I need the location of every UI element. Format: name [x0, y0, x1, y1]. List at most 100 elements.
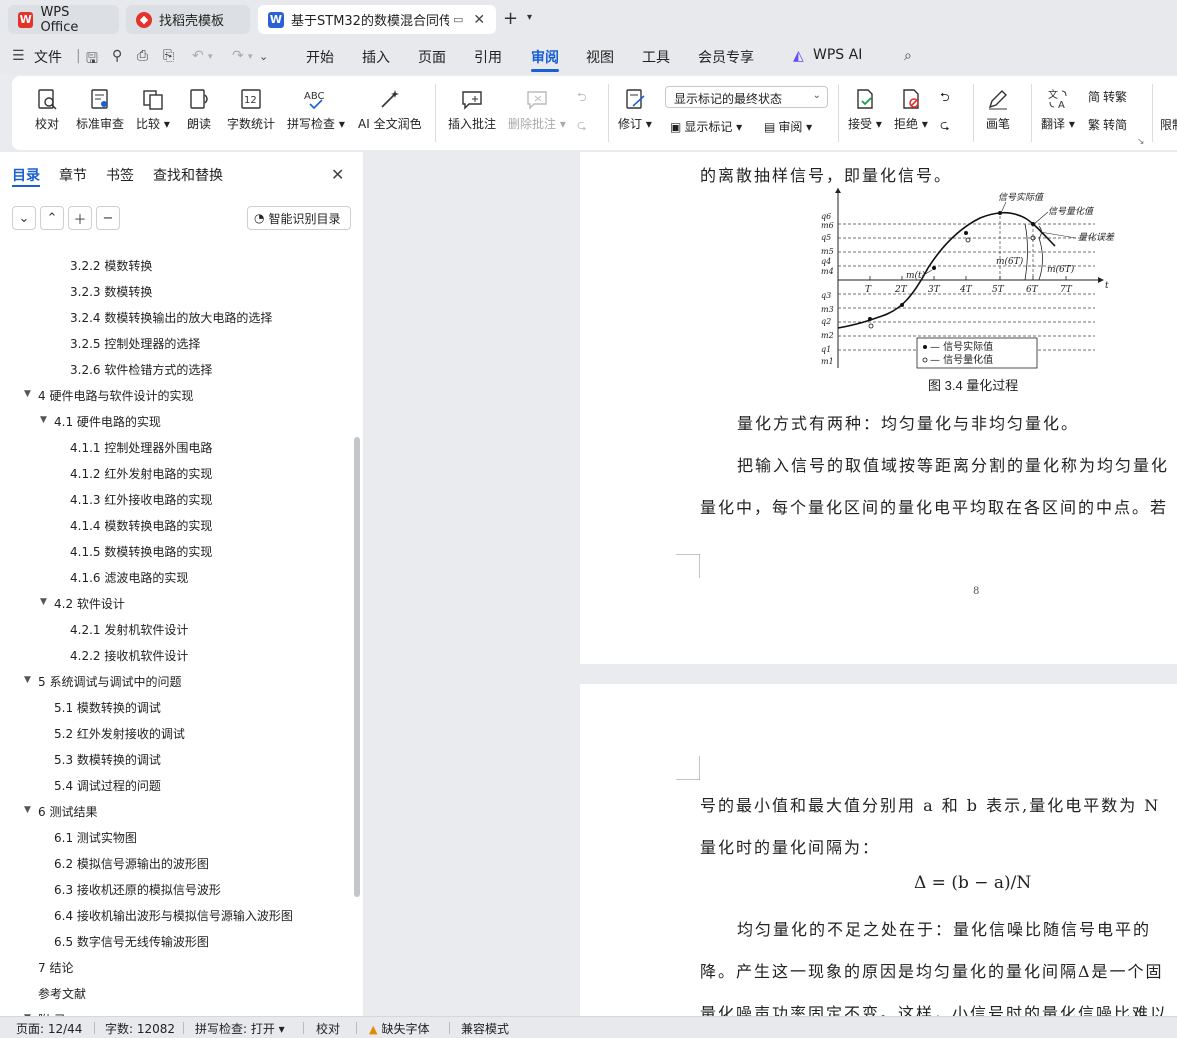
spell-check-status[interactable]: 拼写检查: 打开 ▾ [195, 1020, 285, 1037]
toc-item[interactable]: 参考文献 [38, 985, 86, 1002]
next-change-icon[interactable]: ⮎ [940, 116, 950, 137]
toc-item[interactable]: 3.2.2 模数转换 [70, 257, 152, 274]
toc-item[interactable]: 4.2.1 发射机软件设计 [70, 621, 188, 638]
delete-comment-button[interactable]: 删除批注 ▾ [508, 76, 566, 150]
insert-comment-button[interactable]: 插入批注 [448, 76, 496, 150]
toc-item[interactable]: 5.2 红外发射接收的调试 [54, 725, 185, 742]
menu-insert[interactable]: 插入 [362, 47, 390, 67]
tab-document[interactable]: W 基于STM32的数模混合同传系统设计 ▭ ✕ [258, 5, 496, 34]
toc-item[interactable]: 5.3 数模转换的调试 [54, 751, 161, 768]
accept-button[interactable]: 接受 ▾ [848, 76, 882, 150]
tab-chapter[interactable]: 章节 [59, 165, 87, 185]
tab-bookmark[interactable]: 书签 [106, 165, 134, 185]
tab-list-chevron-icon[interactable]: ▾ [527, 12, 532, 23]
proof-status[interactable]: 校对 [316, 1020, 340, 1037]
toc-item[interactable]: 5.1 模数转换的调试 [54, 699, 161, 716]
undo-dropdown-icon[interactable]: ▾ [208, 52, 213, 62]
toc-item[interactable]: 4.1.3 红外接收电路的实现 [70, 491, 212, 508]
share-icon[interactable]: ⚲ [112, 48, 122, 64]
toc-item[interactable]: 5 系统调试与调试中的问题 [38, 673, 181, 690]
reject-button[interactable]: 拒绝 ▾ [894, 76, 928, 150]
remove-heading-icon[interactable]: − [96, 206, 120, 230]
toc-item[interactable]: 4 硬件电路与软件设计的实现 [38, 387, 193, 404]
screen-icon[interactable]: ▭ [453, 13, 463, 26]
toc-item[interactable]: 4.2.2 接收机软件设计 [70, 647, 188, 664]
to-traditional-button[interactable]: 简转繁 [1088, 88, 1127, 105]
toc-item[interactable]: 4.1.5 数模转换电路的实现 [70, 543, 212, 560]
previous-comment-icon[interactable]: ⮌ [577, 88, 587, 109]
menu-reference[interactable]: 引用 [474, 47, 502, 67]
toc-item[interactable]: 3.2.6 软件检错方式的选择 [70, 361, 212, 378]
tab-template[interactable]: ◆ 找稻壳模板 [126, 5, 250, 34]
menu-review[interactable]: 审阅 [531, 47, 559, 67]
word-count-status[interactable]: 字数: 12082 [105, 1020, 175, 1037]
save-icon[interactable]: 🖫 [86, 48, 98, 72]
expand-up-icon[interactable]: ⌃ [40, 206, 64, 230]
collapse-arrow-icon[interactable]: ▼ [24, 675, 31, 685]
ai-polish-button[interactable]: AI 全文润色 [358, 76, 422, 150]
show-markup-button[interactable]: ▣ 显示标记 ▾ [670, 118, 742, 135]
page-indicator[interactable]: 页面: 12/44 [16, 1020, 82, 1037]
toc-item[interactable]: 6.5 数字信号无线传输波形图 [54, 933, 209, 950]
collapse-arrow-icon[interactable]: ▼ [40, 597, 47, 607]
restrict-button[interactable]: 限制 [1160, 116, 1177, 133]
proofread-button[interactable]: 校对 [34, 76, 60, 150]
read-aloud-button[interactable]: 朗读 [186, 76, 212, 150]
pen-button[interactable]: 画笔 [985, 76, 1011, 150]
toc-item[interactable]: 4.1.4 模数转换电路的实现 [70, 517, 212, 534]
tab-find-replace[interactable]: 查找和替换 [153, 165, 223, 185]
toc-item[interactable]: 4.1.2 红外发射电路的实现 [70, 465, 212, 482]
toc-item[interactable]: 4.1.1 控制处理器外围电路 [70, 439, 212, 456]
toc-item[interactable]: 6.3 接收机还原的模拟信号波形 [54, 881, 221, 898]
ribbon-expand-icon[interactable]: ↘ [1137, 137, 1145, 147]
more-chevron-icon[interactable]: ⌄ [259, 50, 268, 63]
translate-button[interactable]: 文A 翻译 ▾ [1041, 76, 1075, 150]
print-preview-icon[interactable]: ⎘ [163, 48, 174, 64]
menu-file[interactable]: 文件 [34, 47, 62, 67]
toc-item[interactable]: 6.2 模拟信号源输出的波形图 [54, 855, 209, 872]
menu-view[interactable]: 视图 [586, 47, 614, 67]
compare-button[interactable]: 比较 ▾ [136, 76, 170, 150]
nav-scrollbar[interactable] [354, 437, 360, 897]
redo-icon[interactable]: ↷ [232, 48, 244, 64]
toc-item[interactable]: 3.2.3 数模转换 [70, 283, 152, 300]
next-comment-icon[interactable]: ⮎ [577, 116, 587, 137]
add-heading-icon[interactable]: ＋ [68, 206, 92, 230]
close-icon[interactable]: ✕ [331, 165, 344, 184]
collapse-all-icon[interactable]: ⌄ [12, 206, 36, 230]
word-count-button[interactable]: 12 字数统计 [227, 76, 275, 150]
toc-item[interactable]: 3.2.4 数模转换输出的放大电路的选择 [70, 309, 272, 326]
print-icon[interactable]: ⎙ [137, 48, 148, 64]
close-tab-icon[interactable]: ✕ [473, 12, 485, 28]
previous-change-icon[interactable]: ⮌ [940, 88, 950, 109]
standard-review-button[interactable]: 标准审查 [76, 76, 124, 150]
track-changes-button[interactable]: 修订 ▾ [618, 76, 652, 150]
new-tab-icon[interactable]: + [503, 8, 518, 29]
menu-page[interactable]: 页面 [418, 47, 446, 67]
to-simplified-button[interactable]: 繁转简 [1088, 116, 1127, 133]
toc-item[interactable]: 5.4 调试过程的问题 [54, 777, 161, 794]
menu-home[interactable]: 开始 [306, 47, 334, 67]
toc-item[interactable]: 4.1.6 滤波电路的实现 [70, 569, 188, 586]
toc-item[interactable]: 4.2 软件设计 [54, 595, 125, 612]
spell-check-button[interactable]: ABC 拼写检查 ▾ [287, 76, 345, 150]
search-icon[interactable]: ⌕ [904, 48, 912, 64]
menu-member[interactable]: 会员专享 [698, 47, 754, 67]
hamburger-icon[interactable]: ☰ [12, 48, 25, 64]
toc-item[interactable]: 6.4 接收机输出波形与模拟信号源输入波形图 [54, 907, 293, 924]
toc-item[interactable]: 3.2.5 控制处理器的选择 [70, 335, 200, 352]
review-pane-button[interactable]: ▤ 审阅 ▾ [764, 118, 812, 135]
toc-item[interactable]: 4.1 硬件电路的实现 [54, 413, 161, 430]
tab-toc[interactable]: 目录 [12, 165, 40, 185]
menu-tools[interactable]: 工具 [642, 47, 670, 67]
collapse-arrow-icon[interactable]: ▼ [24, 389, 31, 399]
toc-item[interactable]: 6.1 测试实物图 [54, 829, 137, 846]
menu-wps-ai[interactable]: WPS AI [813, 47, 862, 63]
undo-icon[interactable]: ↶ [192, 48, 204, 64]
collapse-arrow-icon[interactable]: ▼ [40, 415, 47, 425]
redo-dropdown-icon[interactable]: ▾ [248, 52, 253, 62]
toc-item[interactable]: 6 测试结果 [38, 803, 97, 820]
tab-wps-office[interactable]: W WPS Office [8, 5, 119, 35]
markup-state-select[interactable]: 显示标记的最终状态 ⌄ [665, 86, 828, 108]
toc-item[interactable]: 7 结论 [38, 959, 73, 976]
